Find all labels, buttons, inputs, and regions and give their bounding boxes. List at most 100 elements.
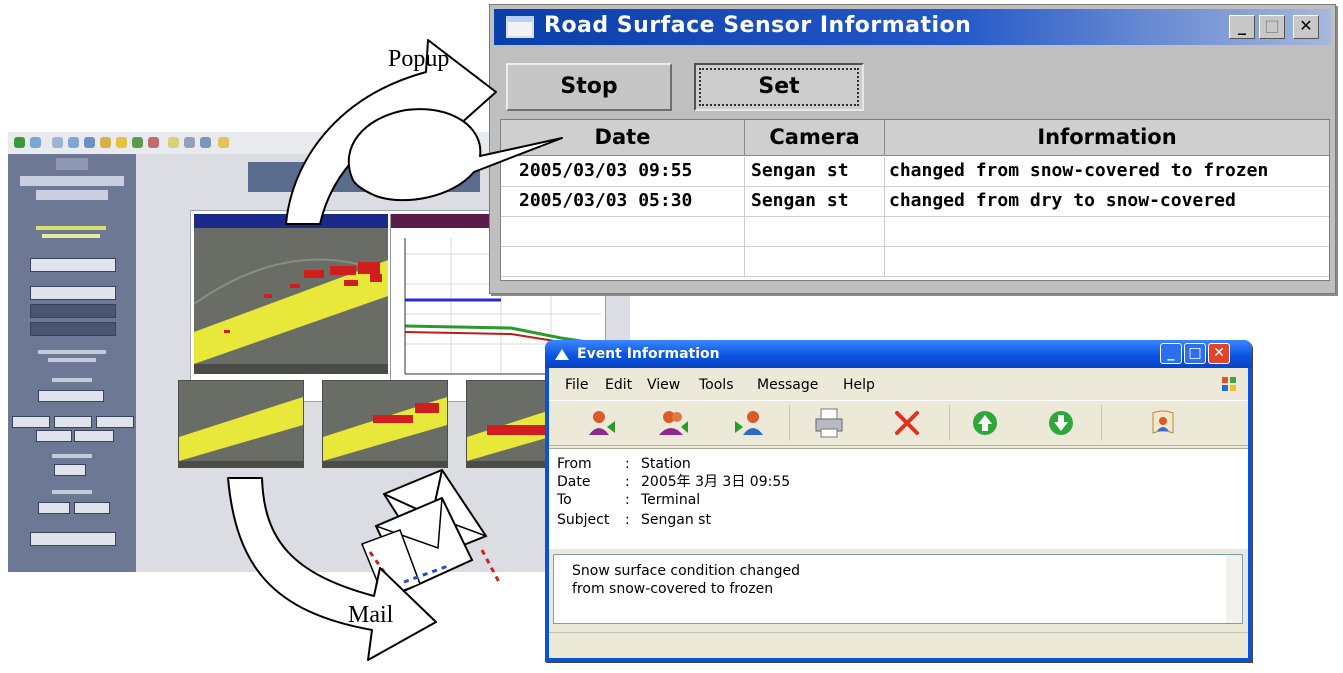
sidebar-date-field[interactable] — [12, 416, 50, 428]
cell-camera: Sengan st — [745, 157, 885, 186]
mail-headers: From : Station Date : 2005年 3月 3日 09:55 … — [549, 448, 1248, 549]
subject-label: Subject — [557, 512, 610, 528]
menu-edit[interactable]: Edit — [605, 374, 632, 396]
menu-message[interactable]: Message — [757, 374, 818, 396]
close-button[interactable]: ✕ — [1293, 15, 1319, 39]
reply-icon[interactable] — [583, 405, 619, 441]
toolbar-separator — [1101, 405, 1102, 441]
table-row[interactable]: 2005/03/03 09:55 Sengan st changed from … — [501, 157, 1329, 187]
sidebar-caption — [48, 358, 96, 362]
sidebar-select[interactable] — [54, 464, 86, 476]
road-camera-view — [194, 214, 388, 374]
next-icon[interactable] — [1043, 405, 1079, 441]
close-button[interactable]: ✕ — [1208, 343, 1230, 364]
media-icon[interactable] — [132, 137, 143, 148]
address-book-icon[interactable] — [1145, 405, 1181, 441]
stop-nav-icon[interactable] — [52, 137, 63, 148]
sensor-info-table: Date Camera Information 2005/03/03 09:55… — [500, 119, 1330, 281]
reply-all-icon[interactable] — [655, 405, 691, 441]
maximize-button[interactable]: □ — [1259, 15, 1285, 39]
previous-icon[interactable] — [967, 405, 1003, 441]
mail-title: Event Information — [577, 346, 720, 362]
sidebar-select[interactable] — [38, 390, 104, 402]
cell-information — [885, 247, 1329, 276]
mail-nav-icon[interactable] — [168, 137, 179, 148]
sidebar-small-button[interactable] — [74, 502, 110, 514]
sidebar-caption — [52, 490, 92, 494]
message-line: Snow surface condition changed — [572, 563, 801, 579]
mail-toolbar — [549, 400, 1248, 446]
camera-thumbnail[interactable] — [178, 380, 304, 468]
from-value: Station — [641, 456, 691, 472]
folder-nav-icon[interactable] — [218, 137, 229, 148]
table-row[interactable]: 2005/03/03 05:30 Sengan st changed from … — [501, 187, 1329, 217]
stop-button[interactable]: Stop — [506, 63, 672, 111]
forward-nav-icon[interactable] — [30, 137, 41, 148]
popup-title-bar[interactable]: Road Surface Sensor Information _ □ ✕ — [494, 9, 1331, 45]
sidebar-date-field[interactable] — [54, 416, 92, 428]
date-value: 2005年 3月 3日 09:55 — [641, 474, 791, 490]
column-header-information[interactable]: Information — [885, 120, 1329, 156]
road-surface-popup-window: Road Surface Sensor Information _ □ ✕ St… — [489, 4, 1336, 294]
table-row[interactable] — [501, 247, 1329, 277]
sidebar-graph-button[interactable] — [30, 286, 116, 300]
sidebar-caption — [52, 378, 92, 382]
menu-tools[interactable]: Tools — [699, 374, 734, 396]
sidebar-caption — [38, 350, 106, 354]
message-body[interactable]: Snow surface condition changed from snow… — [553, 554, 1243, 624]
sidebar-exit-button[interactable] — [30, 532, 116, 546]
edit-nav-icon[interactable] — [200, 137, 211, 148]
menu-file[interactable]: File — [565, 374, 588, 396]
header-colon: : — [625, 492, 630, 508]
sidebar-menu-button[interactable] — [30, 258, 116, 272]
set-button[interactable]: Set — [694, 63, 864, 111]
menu-bar: File Edit View Tools Message Help — [549, 374, 1248, 396]
camera-thumbnail[interactable] — [322, 380, 448, 468]
cell-information: changed from snow-covered to frozen — [889, 160, 1269, 181]
cell-information — [885, 217, 1329, 246]
windows-flag-icon — [1222, 377, 1236, 391]
refresh-icon[interactable] — [68, 137, 79, 148]
back-icon[interactable] — [14, 137, 25, 148]
cell-camera — [745, 217, 885, 246]
menu-view[interactable]: View — [647, 374, 680, 396]
print-icon[interactable] — [811, 405, 847, 441]
sidebar-time-field[interactable] — [74, 430, 114, 442]
popup-title: Road Surface Sensor Information — [544, 13, 972, 38]
app-header-banner — [248, 162, 480, 192]
favorites-icon[interactable] — [116, 137, 127, 148]
mail-title-bar[interactable]: Event Information _ □ ✕ — [545, 340, 1252, 368]
delete-icon[interactable] — [889, 405, 925, 441]
menu-help[interactable]: Help — [843, 374, 875, 396]
cell-camera: Sengan st — [745, 187, 885, 216]
message-scrollbar[interactable] — [1226, 555, 1242, 623]
sidebar-small-button[interactable] — [38, 502, 70, 514]
sidebar-image-button[interactable] — [30, 322, 116, 336]
history-icon[interactable] — [148, 137, 159, 148]
minimize-button[interactable]: _ — [1229, 15, 1255, 39]
minimize-button[interactable]: _ — [1160, 343, 1182, 364]
sidebar-status-line — [42, 234, 100, 238]
header-colon: : — [625, 456, 630, 472]
header-colon: : — [625, 512, 630, 528]
sidebar-camera-button[interactable] — [30, 304, 116, 318]
table-row[interactable] — [501, 217, 1329, 247]
search-icon[interactable] — [100, 137, 111, 148]
print-nav-icon[interactable] — [184, 137, 195, 148]
app-sidebar — [8, 154, 136, 572]
maximize-button[interactable]: □ — [1184, 343, 1206, 364]
forward-icon[interactable] — [731, 405, 767, 441]
from-label: From — [557, 456, 592, 472]
column-header-camera[interactable]: Camera — [745, 120, 885, 156]
message-line: from snow-covered to frozen — [572, 581, 774, 597]
home-icon[interactable] — [84, 137, 95, 148]
sidebar-time-field[interactable] — [36, 430, 72, 442]
to-label: To — [557, 492, 572, 508]
sidebar-title-block — [14, 172, 130, 204]
toolbar-separator — [789, 405, 790, 441]
mail-body: File Edit View Tools Message Help From:… — [549, 368, 1248, 658]
sidebar-date-field[interactable] — [96, 416, 134, 428]
subject-value: Sengan st — [641, 512, 711, 528]
column-header-date[interactable]: Date — [501, 120, 745, 156]
cell-date — [501, 247, 745, 276]
